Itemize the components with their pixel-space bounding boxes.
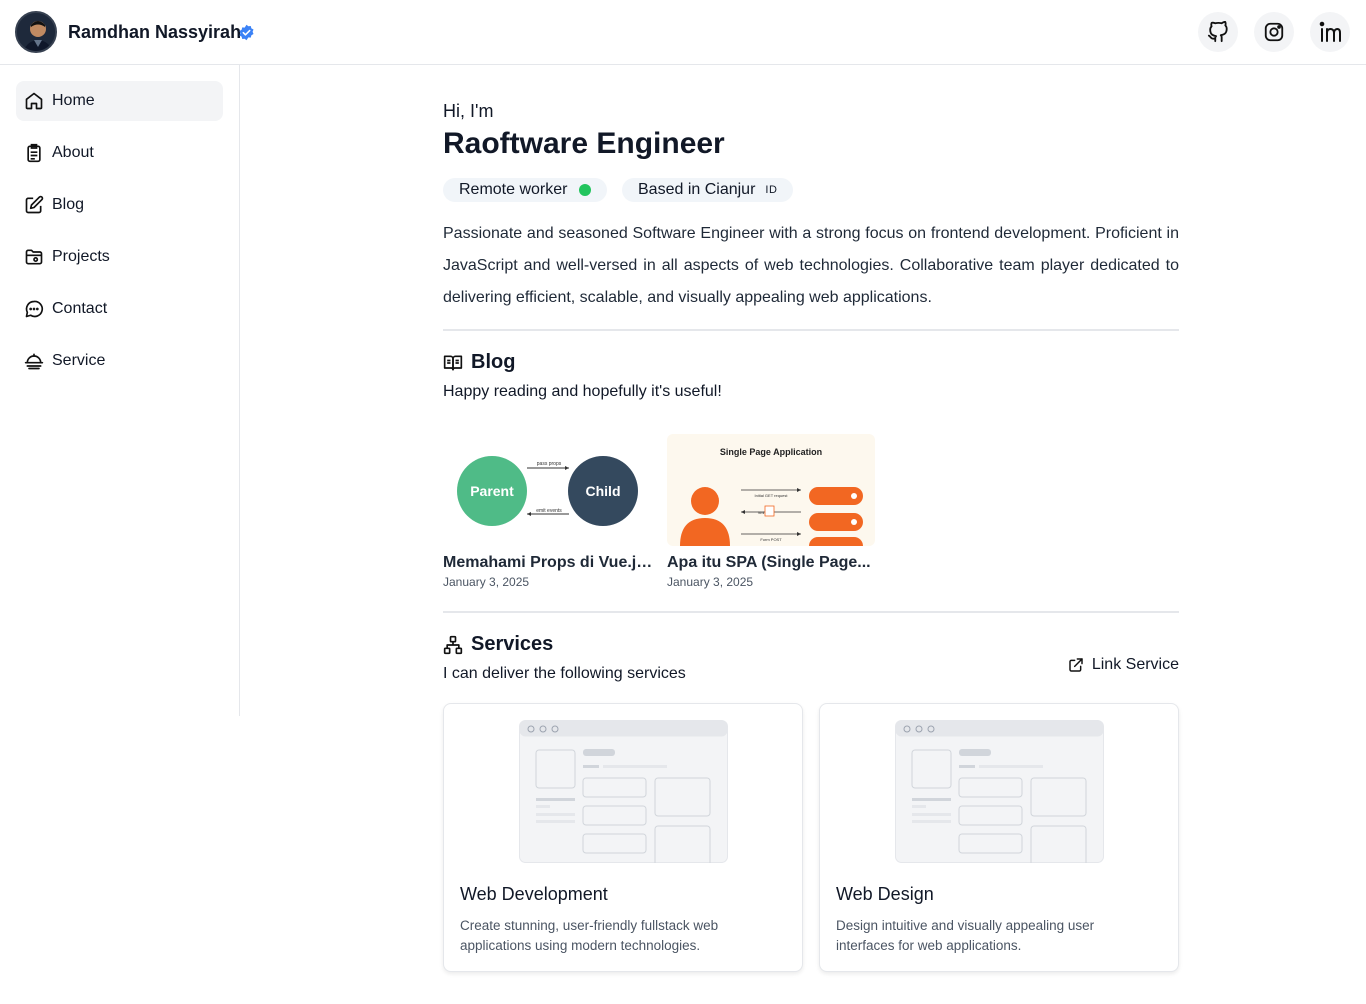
section-title-label: Blog — [471, 351, 516, 373]
greeting: Hi, I'm — [443, 101, 494, 121]
sidebar-item-about[interactable]: About — [16, 133, 223, 173]
link-service-button[interactable]: Link Service — [1068, 656, 1179, 674]
sidebar-item-label: Projects — [52, 248, 110, 265]
linkedin-icon — [1319, 21, 1341, 42]
service-card[interactable]: Web Development Create stunning, user-fr… — [443, 703, 803, 972]
service-title: Web Design — [836, 884, 934, 904]
blog-thumbnail: Single Page Application Initial GET requ… — [667, 434, 875, 546]
thumb-label: Form POST — [760, 537, 782, 542]
services-subtitle: I can deliver the following services — [443, 665, 686, 682]
sidebar-item-label: About — [52, 144, 94, 161]
browser-wireframe-illustration — [519, 720, 728, 863]
chat-icon — [24, 299, 44, 319]
sidebar-item-home[interactable]: Home — [16, 81, 223, 121]
blog-section-title: Blog — [443, 351, 515, 374]
avatar[interactable] — [15, 11, 57, 53]
parent-label: Parent — [470, 483, 514, 499]
sitemap-icon — [443, 635, 463, 655]
instagram-link[interactable] — [1254, 12, 1294, 52]
home-icon — [24, 91, 44, 111]
browser-wireframe-illustration — [895, 720, 1104, 863]
sidebar-item-blog[interactable]: Blog — [16, 185, 223, 225]
blog-thumbnail: Parent Child pass props emit events — [443, 434, 651, 546]
child-label: Child — [586, 483, 621, 499]
clipboard-icon — [24, 143, 44, 163]
profile-name: Ramdhan Nassyirah — [68, 22, 242, 42]
external-link-icon — [1069, 658, 1083, 672]
github-icon — [1207, 21, 1228, 43]
thumb-label: html — [758, 511, 765, 515]
book-icon — [443, 353, 463, 373]
verified-badge-icon — [239, 24, 254, 41]
sidebar-item-label: Service — [52, 352, 106, 369]
section-divider — [443, 611, 1179, 613]
sidebar-item-projects[interactable]: Projects — [16, 237, 223, 277]
blog-post-title[interactable]: Memahami Props di Vue.js... — [443, 554, 653, 572]
page-title: Raoftware Engineer — [443, 127, 725, 160]
linkedin-link[interactable] — [1310, 12, 1350, 52]
blog-subtitle: Happy reading and hopefully it's useful! — [443, 383, 722, 400]
sidebar-item-label: Blog — [52, 196, 85, 213]
sidebar-item-label: Contact — [52, 300, 108, 317]
chip-label: Remote worker — [459, 181, 568, 198]
edit-icon — [24, 195, 44, 215]
status-chip-location: Based in Cianjur ID — [622, 178, 794, 202]
chip-label: Based in Cianjur — [638, 181, 756, 198]
sidebar-item-label: Home — [52, 92, 95, 109]
sidebar-item-contact[interactable]: Contact — [16, 289, 223, 329]
top-header: Ramdhan Nassyirah — [0, 0, 1366, 65]
service-card[interactable]: Web Design Design intuitive and visually… — [819, 703, 1179, 972]
blog-post-date: January 3, 2025 — [443, 575, 530, 589]
link-service-label: Link Service — [1091, 656, 1179, 673]
thumb-label: Initial GET request — [754, 493, 788, 498]
status-chip-remote: Remote worker — [443, 178, 608, 202]
folder-icon — [24, 247, 44, 267]
service-title: Web Development — [460, 884, 608, 904]
service-description: Create stunning, user-friendly fullstack… — [460, 918, 719, 953]
country-flag: ID — [765, 184, 778, 196]
blog-card[interactable]: Parent Child pass props emit events Mema… — [443, 434, 653, 589]
blog-post-title[interactable]: Apa itu SPA (Single Page... — [667, 554, 877, 572]
instagram-icon — [1264, 22, 1284, 42]
github-link[interactable] — [1198, 12, 1238, 52]
services-section-title: Services — [443, 633, 553, 656]
arrow-label: emit events — [536, 508, 562, 514]
arrow-label: pass props — [537, 461, 562, 467]
blog-card[interactable]: Single Page Application Initial GET requ… — [667, 434, 875, 589]
sidebar: Home About Blog Projects Contact Service — [0, 65, 240, 716]
service-description: Design intuitive and visually appealing … — [836, 918, 1095, 953]
section-divider — [443, 329, 1179, 331]
service-icon — [24, 351, 44, 371]
sidebar-item-service[interactable]: Service — [16, 341, 223, 381]
section-title-label: Services — [471, 633, 554, 655]
thumb-heading: Single Page Application — [720, 447, 822, 457]
bio-text: Passionate and seasoned Software Enginee… — [443, 225, 1179, 306]
blog-post-date: January 3, 2025 — [667, 575, 754, 589]
online-status-dot — [579, 184, 592, 196]
